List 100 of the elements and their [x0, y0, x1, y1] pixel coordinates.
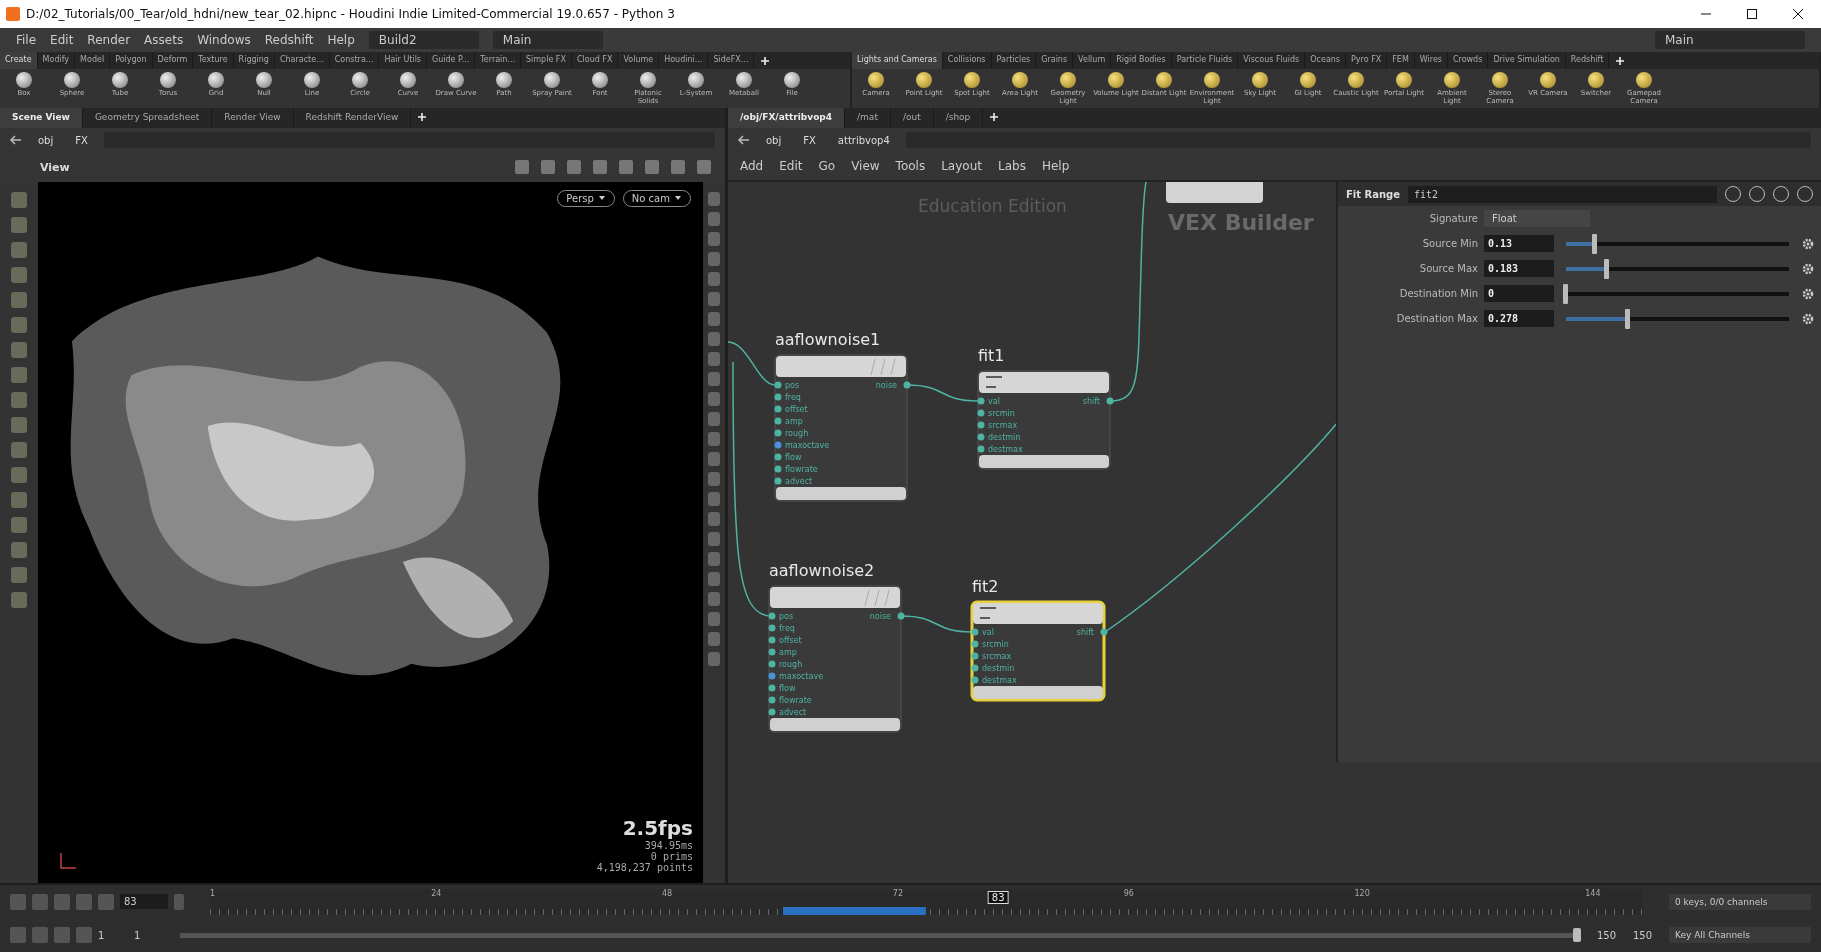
shelf-tab[interactable]: Constra... [329, 52, 380, 69]
value-field[interactable]: 0.278 [1484, 310, 1554, 327]
tool-icon[interactable] [208, 72, 224, 88]
shelf-tab[interactable]: Viscous Fluids [1238, 52, 1306, 69]
tool-icon[interactable] [1492, 72, 1508, 88]
tool-icon[interactable] [592, 72, 608, 88]
shelf-tab[interactable]: Cloud FX [571, 52, 619, 69]
node-name-field[interactable]: fit2 [1408, 185, 1717, 203]
tool-icon[interactable] [1108, 72, 1124, 88]
tool-icon[interactable] [1300, 72, 1316, 88]
tool-icon[interactable] [1204, 72, 1220, 88]
add-tab-icon[interactable] [1615, 56, 1626, 66]
shelf-tab[interactable]: Rigid Bodies [1111, 52, 1172, 69]
add-tab-icon[interactable] [417, 112, 428, 122]
shelf-tab[interactable]: Vellum [1073, 52, 1112, 69]
slider-handle[interactable] [1563, 283, 1568, 304]
tool-icon[interactable] [736, 72, 752, 88]
shelf-tab[interactable]: Grains [1036, 52, 1074, 69]
camera-menu[interactable]: No cam [622, 190, 691, 207]
menu-item[interactable]: Labs [997, 159, 1026, 173]
viewport[interactable]: Persp No cam 2.5fps 394.95ms 0 prims 4,198,237 points [38, 182, 703, 883]
playhead-marker[interactable]: 83 [987, 890, 1009, 904]
menu-item[interactable]: File [16, 33, 37, 47]
node[interactable] [977, 370, 1111, 470]
back-arrow-icon[interactable] [738, 134, 750, 146]
tool-icon[interactable] [16, 72, 32, 88]
range-field[interactable]: 1 [134, 929, 164, 941]
path-crumb[interactable]: FX [69, 134, 94, 146]
back-arrow-icon[interactable] [10, 134, 22, 146]
shelf-tab[interactable]: Guide P... [427, 52, 476, 69]
output-port-icon[interactable] [903, 381, 911, 389]
shelf-tab[interactable]: Terrain... [475, 52, 521, 69]
tool-icon[interactable] [352, 72, 368, 88]
menu-item[interactable]: Assets [144, 33, 184, 47]
tool-icon[interactable] [64, 72, 80, 88]
path-crumb[interactable]: obj [32, 134, 60, 146]
shelf-tab[interactable]: Modify [37, 52, 76, 69]
path-crumb[interactable]: attribvop4 [831, 134, 896, 146]
output-port-icon[interactable] [1100, 628, 1108, 636]
tool-icon[interactable] [160, 72, 176, 88]
tool-icon[interactable] [964, 72, 980, 88]
menu-item[interactable]: Windows [197, 33, 251, 47]
timeline-ruler[interactable]: 1 24 48 72 83 96 120 144 [210, 888, 1643, 915]
shelf-tab[interactable]: SideFX... [708, 52, 755, 69]
value-field[interactable]: 0.183 [1484, 260, 1554, 277]
path-crumb[interactable]: obj [760, 134, 788, 146]
tool-icon[interactable] [544, 72, 560, 88]
add-tab-icon[interactable] [760, 56, 771, 66]
shelf-tab[interactable]: Houdini... [659, 52, 709, 69]
menu-item[interactable]: Redshift [264, 33, 314, 47]
key-all-channels-menu[interactable]: Key All Channels [1669, 927, 1811, 944]
tool-icon[interactable] [400, 72, 416, 88]
tool-icon[interactable] [256, 72, 272, 88]
camera-menu[interactable]: Persp [557, 190, 615, 207]
menu-item[interactable]: Layout [941, 159, 982, 173]
desktop-dropdown[interactable]: Main [492, 31, 603, 49]
tool-icon[interactable] [784, 72, 800, 88]
shelf-tab[interactable]: Wires [1414, 52, 1448, 69]
settings-icon[interactable] [1801, 236, 1815, 251]
tool-icon[interactable] [640, 72, 656, 88]
shelf-tab[interactable]: Collisions [942, 52, 992, 69]
range-field[interactable]: 150 [1633, 929, 1663, 941]
shelf-tab[interactable]: Hair Utils [379, 52, 428, 69]
shelf-tab[interactable]: Simple FX [521, 52, 572, 69]
shelf-tab[interactable]: Pyro FX [1346, 52, 1388, 69]
slider-handle[interactable] [1625, 308, 1630, 329]
shelf-tab[interactable]: Lights and Cameras [852, 52, 943, 69]
shelf-tab[interactable]: Model [75, 52, 111, 69]
shelf-tab[interactable]: Particle Fluids [1171, 52, 1239, 69]
output-port-icon[interactable] [1106, 397, 1114, 405]
menu-item[interactable]: Add [740, 159, 764, 173]
add-tab-icon[interactable] [989, 112, 1000, 122]
value-field[interactable]: 0.13 [1484, 235, 1554, 252]
tool-icon[interactable] [496, 72, 512, 88]
range-field[interactable]: 150 [1597, 929, 1627, 941]
menu-item[interactable]: View [851, 159, 880, 173]
tool-icon[interactable] [688, 72, 704, 88]
tool-icon[interactable] [112, 72, 128, 88]
pane-tab[interactable]: Scene View [0, 108, 83, 128]
output-port-icon[interactable] [897, 612, 905, 620]
path-crumb[interactable]: FX [797, 134, 822, 146]
range-field[interactable]: 1 [98, 929, 128, 941]
tool-icon[interactable] [1396, 72, 1412, 88]
tool-icon[interactable] [916, 72, 932, 88]
settings-icon[interactable] [1801, 286, 1815, 301]
slider-handle[interactable] [1592, 233, 1597, 254]
shelf-tab[interactable]: Polygon [110, 52, 153, 69]
pane-tab[interactable]: /obj/FX/attribvop4 [728, 108, 846, 128]
menu-item[interactable]: Help [327, 33, 355, 47]
tool-icon[interactable] [1444, 72, 1460, 88]
close-icon[interactable] [1792, 8, 1804, 20]
node[interactable] [774, 354, 908, 502]
tool-icon[interactable] [448, 72, 464, 88]
tool-icon[interactable] [1636, 72, 1652, 88]
maximize-icon[interactable] [1746, 8, 1758, 20]
shelf-tab[interactable]: Redshift [1565, 52, 1610, 69]
shelf-tab[interactable]: Texture [193, 52, 234, 69]
shelf-tab[interactable]: Particles [991, 52, 1037, 69]
menu-item[interactable]: Edit [779, 159, 803, 173]
menu-item[interactable]: Help [1041, 159, 1070, 173]
